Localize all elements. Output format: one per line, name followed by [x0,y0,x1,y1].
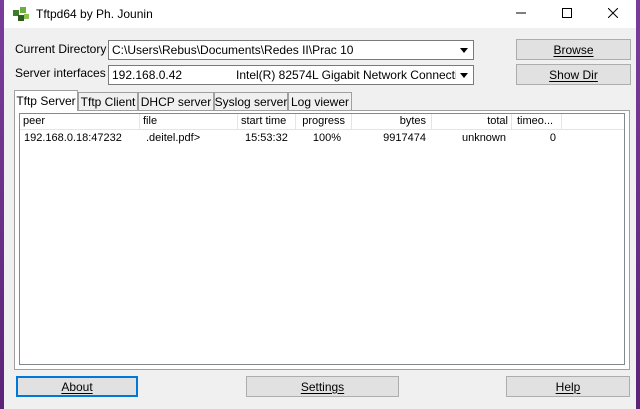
column-header-progress[interactable]: progress [296,114,352,130]
cell-total: unknown [461,132,506,144]
about-button[interactable]: About [16,376,138,397]
minimize-button[interactable] [498,0,544,28]
window-title: Tftpd64 by Ph. Jounin [36,7,153,21]
server-interface-name: Intel(R) 82574L Gigabit Network Connecti… [236,68,472,82]
cell-progress: 100% [312,132,341,144]
tab-dhcp-server[interactable]: DHCP server [138,92,214,110]
tab-tftp-server[interactable]: Tftp Server [14,90,78,111]
browse-button-label: Browse [553,42,594,57]
tab-log-viewer[interactable]: Log viewer [288,92,352,110]
tab-syslog-server[interactable]: Syslog server [214,92,288,110]
cell-bytes: 9917474 [383,132,426,144]
settings-button-label: Settings [300,379,345,394]
chevron-down-icon[interactable] [456,67,472,83]
server-interface-ip: 192.168.0.42 [112,68,183,82]
server-interfaces-label: Server interfaces [15,66,106,80]
close-icon [607,7,619,21]
column-header-timeout[interactable]: timeo... [512,114,562,130]
column-header-start-time[interactable]: start time [238,114,296,130]
transfers-list-header: peer file start time progress bytes tota… [20,114,624,130]
current-directory-combo[interactable]: C:\Users\Rebus\Documents\Redes II\Prac 1… [108,40,474,60]
tab-tftp-client[interactable]: Tftp Client [78,92,138,110]
show-dir-button-label: Show Dir [549,67,598,82]
tab-label: DHCP server [140,94,212,109]
column-header-peer[interactable]: peer [20,114,140,130]
tab-label: Tftp Server [16,94,76,108]
current-directory-value: C:\Users\Rebus\Documents\Redes II\Prac 1… [112,43,354,57]
app-window: Tftpd64 by Ph. Jounin Current Directory … [4,0,636,409]
current-directory-label: Current Directory [15,42,107,56]
settings-button[interactable]: Settings [246,376,399,397]
show-dir-button[interactable]: Show Dir [516,64,631,85]
cell-file: .deitel.pdf> [146,132,201,144]
server-interfaces-combo[interactable]: 192.168.0.42 Intel(R) 82574L Gigabit Net… [108,65,474,85]
maximize-icon [562,7,572,21]
desktop-background-right [636,0,640,409]
title-bar[interactable]: Tftpd64 by Ph. Jounin [4,0,636,28]
maximize-button[interactable] [544,0,590,28]
browse-button[interactable]: Browse [516,39,631,60]
column-header-bytes[interactable]: bytes [352,114,432,130]
chevron-down-icon[interactable] [456,42,472,58]
about-button-label: About [61,379,93,394]
tab-label: Syslog server [214,94,288,109]
tab-label: Tftp Client [80,94,136,109]
tab-label: Log viewer [290,94,350,109]
column-header-total[interactable]: total [432,114,512,130]
tftp-server-panel: peer file start time progress bytes tota… [14,110,630,370]
minimize-icon [516,7,526,21]
cell-start-time: 15:53:32 [245,132,288,144]
column-header-file[interactable]: file [140,114,238,130]
close-button[interactable] [590,0,636,28]
cell-peer: 192.168.0.18:47232 [24,132,122,144]
cell-timeout: 0 [549,132,556,144]
help-button[interactable]: Help [506,376,630,397]
help-button-label: Help [555,379,581,394]
transfers-list[interactable]: peer file start time progress bytes tota… [19,113,625,365]
tftpd-app-icon [12,6,30,22]
bottom-button-bar: About Settings Help [4,370,636,409]
